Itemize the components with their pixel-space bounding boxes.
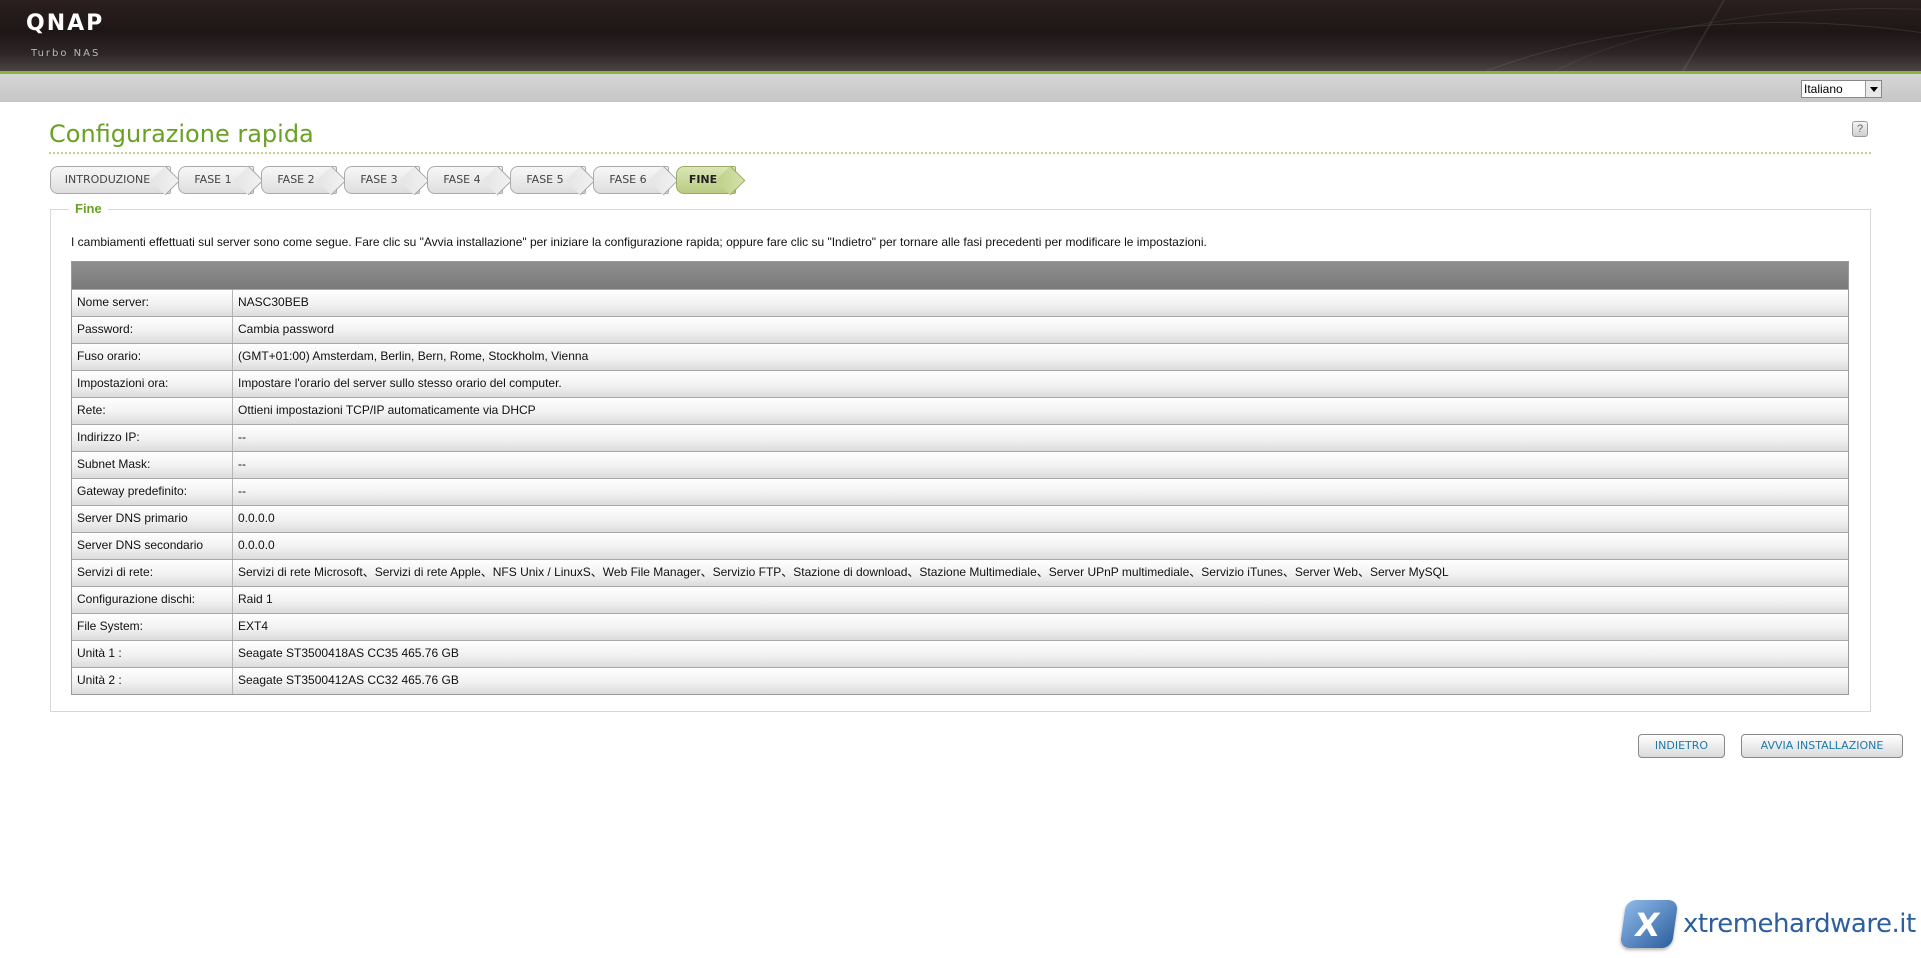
table-row: Server DNS secondario 0.0.0.0 <box>72 532 1848 559</box>
row-label: Server DNS primario <box>72 506 233 532</box>
tab-fase-2[interactable]: FASE 2 <box>261 166 337 194</box>
tab-label: FASE 6 <box>609 173 647 186</box>
top-banner: QNAP Turbo NAS <box>0 0 1921 71</box>
row-value: (GMT+01:00) Amsterdam, Berlin, Bern, Rom… <box>238 349 589 363</box>
row-value: Raid 1 <box>238 592 273 606</box>
row-value: -- <box>238 457 246 471</box>
tab-fine[interactable]: FINE <box>676 166 736 194</box>
row-value: 0.0.0.0 <box>238 538 275 552</box>
table-row: Indirizzo IP: -- <box>72 424 1848 451</box>
x-logo-icon: X <box>1619 900 1679 948</box>
chevron-down-icon[interactable] <box>1865 81 1881 97</box>
watermark-text: xtremehardware.it <box>1683 909 1916 939</box>
summary-table: Nome server: NASC30BEB Password: Cambia pa… <box>71 261 1849 695</box>
language-bar <box>0 74 1921 102</box>
row-value: NASC30BEB <box>238 295 309 309</box>
table-row: Servizi di rete: Servizi di rete Microsof… <box>72 559 1848 586</box>
row-label: File System: <box>72 614 233 640</box>
tab-fase-1[interactable]: FASE 1 <box>178 166 254 194</box>
row-label: Configurazione dischi: <box>72 587 233 613</box>
back-button[interactable]: INDIETRO <box>1638 734 1725 758</box>
row-value: Ottieni impostazioni TCP/IP automaticame… <box>238 403 536 417</box>
watermark: X xtremehardware.it <box>1619 898 1916 953</box>
table-row: Fuso orario: (GMT+01:00) Amsterdam, Berli… <box>72 343 1848 370</box>
row-label: Gateway predefinito: <box>72 479 233 505</box>
tab-label: FASE 5 <box>526 173 564 186</box>
table-row: Unità 1 : Seagate ST3500418AS CC35 465.76… <box>72 640 1848 667</box>
tab-label: FASE 4 <box>443 173 481 186</box>
row-label: Servizi di rete: <box>72 560 233 586</box>
row-value: -- <box>238 484 246 498</box>
row-value: Cambia password <box>238 322 335 336</box>
tab-fase-4[interactable]: FASE 4 <box>427 166 503 194</box>
start-installation-button[interactable]: AVVIA INSTALLAZIONE <box>1741 734 1903 758</box>
fieldset-legend: Fine <box>69 201 108 216</box>
table-row: Rete: Ottieni impostazioni TCP/IP automat… <box>72 397 1848 424</box>
row-label: Indirizzo IP: <box>72 425 233 451</box>
table-row: Gateway predefinito: -- <box>72 478 1848 505</box>
row-label: Server DNS secondario <box>72 533 233 559</box>
qnap-logo: QNAP <box>26 11 105 36</box>
wizard-steps: INTRODUZIONE FASE 1 FASE 2 FASE 3 FASE 4… <box>50 166 743 194</box>
tab-label: FINE <box>688 173 718 186</box>
table-row: Server DNS primario 0.0.0.0 <box>72 505 1848 532</box>
table-row: Subnet Mask: -- <box>72 451 1848 478</box>
tab-fase-5[interactable]: FASE 5 <box>510 166 586 194</box>
tab-fase-6[interactable]: FASE 6 <box>593 166 669 194</box>
row-label: Password: <box>72 317 233 343</box>
question-icon[interactable]: ? <box>1852 121 1868 137</box>
summary-table-header <box>72 262 1848 289</box>
summary-description: I cambiamenti effettuati sul server sono… <box>71 235 1207 249</box>
tab-fase-3[interactable]: FASE 3 <box>344 166 420 194</box>
row-label: Unità 1 : <box>72 641 233 667</box>
tab-label: FASE 3 <box>360 173 398 186</box>
table-row: Unità 2 : Seagate ST3500412AS CC32 465.76… <box>72 667 1848 694</box>
row-label: Nome server: <box>72 290 233 316</box>
tab-label: FASE 2 <box>277 173 315 186</box>
row-label: Rete: <box>72 398 233 424</box>
row-label: Fuso orario: <box>72 344 233 370</box>
page-title: Configurazione rapida <box>49 120 314 148</box>
language-select[interactable]: Italiano <box>1801 80 1882 98</box>
row-label: Subnet Mask: <box>72 452 233 478</box>
row-value: -- <box>238 430 246 444</box>
tab-introduzione[interactable]: INTRODUZIONE <box>50 166 171 194</box>
table-row: Impostazioni ora: Impostare l'orario del … <box>72 370 1848 397</box>
row-value: 0.0.0.0 <box>238 511 275 525</box>
row-value: Impostare l'orario del server sullo stes… <box>238 376 562 390</box>
table-row: Configurazione dischi: Raid 1 <box>72 586 1848 613</box>
table-row: Nome server: NASC30BEB <box>72 289 1848 316</box>
row-label: Impostazioni ora: <box>72 371 233 397</box>
turbo-nas-label: Turbo NAS <box>31 48 101 59</box>
language-select-value: Italiano <box>1804 82 1843 96</box>
tab-label: FASE 1 <box>194 173 232 186</box>
table-row: File System: EXT4 <box>72 613 1848 640</box>
row-value: Seagate ST3500412AS CC32 465.76 GB <box>238 673 459 687</box>
table-row: Password: Cambia password <box>72 316 1848 343</box>
title-divider <box>49 152 1871 154</box>
row-value: Servizi di rete Microsoft、Servizi di ret… <box>238 565 1449 579</box>
tab-label: INTRODUZIONE <box>64 173 151 186</box>
row-label: Unità 2 : <box>72 668 233 694</box>
row-value: EXT4 <box>238 619 269 633</box>
row-value: Seagate ST3500418AS CC35 465.76 GB <box>238 646 459 660</box>
